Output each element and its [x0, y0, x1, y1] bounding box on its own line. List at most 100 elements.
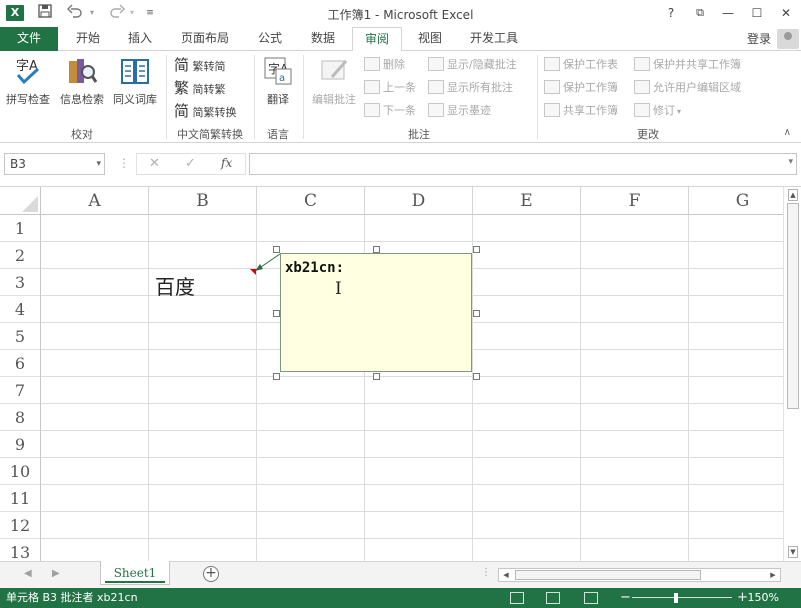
help-icon[interactable]: ? [661, 4, 681, 22]
next-sheet-icon[interactable]: ▶ [52, 568, 60, 579]
row-header-11[interactable]: 11 [0, 485, 41, 512]
page-break-view-icon[interactable] [584, 592, 598, 604]
tab-data[interactable]: 数据 [301, 27, 345, 51]
chinese-convert-button[interactable]: 简 简繁转换 [174, 101, 237, 121]
select-all-button[interactable] [0, 187, 41, 215]
share-workbook-button[interactable]: 共享工作簿 [544, 101, 618, 121]
scroll-up-icon[interactable]: ▲ [788, 189, 798, 201]
ribbon-display-options-icon[interactable]: ⧉ [690, 4, 710, 22]
to-simplified-button[interactable]: 简 繁转简 [174, 55, 226, 75]
resize-handle[interactable] [273, 246, 280, 253]
row-header-5[interactable]: 5 [0, 323, 41, 350]
resize-handle[interactable] [273, 373, 280, 380]
zoom-slider-thumb[interactable] [674, 593, 678, 603]
comment-author[interactable]: xb21cn: [285, 260, 344, 276]
resize-handle[interactable] [473, 373, 480, 380]
protect-sheet-button[interactable]: 保护工作表 [544, 55, 618, 75]
zoom-in-icon[interactable]: + [737, 588, 748, 608]
protect-workbook-button[interactable]: 保护工作簿 [544, 78, 618, 98]
row-header-3[interactable]: 3 [0, 269, 41, 296]
minimize-icon[interactable]: — [718, 4, 738, 22]
formula-bar-grip[interactable]: ⋮ [118, 156, 130, 170]
expand-formula-bar-icon[interactable]: ▾ [788, 157, 793, 167]
tab-insert[interactable]: 插入 [118, 27, 162, 51]
row-header-2[interactable]: 2 [0, 242, 41, 269]
zoom-slider[interactable] [632, 597, 732, 598]
row-header-8[interactable]: 8 [0, 404, 41, 431]
allow-edit-ranges-button[interactable]: 允许用户编辑区域 [634, 78, 741, 98]
column-header-c[interactable]: C [257, 187, 365, 215]
tab-page-layout[interactable]: 页面布局 [172, 27, 238, 51]
column-header-d[interactable]: D [365, 187, 473, 215]
show-all-comments-button[interactable]: 显示所有批注 [428, 78, 513, 98]
protect-share-workbook-button[interactable]: 保护并共享工作簿 [634, 55, 741, 75]
sheet-tab-sheet1[interactable]: Sheet1 [100, 561, 170, 585]
spelling-button[interactable]: 字A 拼写检查 [2, 55, 54, 107]
scroll-right-icon[interactable]: ▶ [767, 569, 779, 581]
resize-handle[interactable] [473, 310, 480, 317]
horizontal-scroll-thumb[interactable] [515, 570, 701, 580]
vertical-scrollbar[interactable]: ▲ ▼ [783, 187, 801, 561]
confirm-entry-icon[interactable]: ✓ [185, 156, 196, 171]
close-icon[interactable]: ✕ [776, 4, 796, 22]
insert-function-icon[interactable]: fx [221, 156, 232, 170]
row-header-12[interactable]: 12 [0, 512, 41, 539]
column-header-e[interactable]: E [473, 187, 581, 215]
maximize-icon[interactable]: ☐ [747, 4, 767, 22]
to-traditional-button[interactable]: 繁 简转繁 [174, 78, 226, 98]
worksheet-grid[interactable]: A B C D E F G 1 2 3 4 5 6 7 8 9 10 11 12… [0, 187, 783, 561]
research-button[interactable]: 信息检索 [56, 55, 108, 107]
cancel-entry-icon[interactable]: ✕ [149, 156, 160, 171]
horizontal-scrollbar[interactable]: ◀ ▶ [498, 568, 781, 582]
edit-comment-button[interactable]: 编辑批注 [306, 55, 362, 107]
resize-handle[interactable] [373, 373, 380, 380]
zoom-level[interactable]: 150% [748, 588, 779, 608]
row-header-4[interactable]: 4 [0, 296, 41, 323]
add-sheet-icon[interactable]: + [203, 566, 219, 582]
row-header-13[interactable]: 13 [0, 539, 41, 561]
tab-split-handle[interactable]: ⋮ [481, 567, 491, 578]
thesaurus-button[interactable]: 同义词库 [109, 55, 161, 107]
show-ink-button[interactable]: 显示墨迹 [428, 101, 491, 121]
row-header-6[interactable]: 6 [0, 350, 41, 377]
vertical-scroll-thumb[interactable] [787, 203, 799, 409]
cell-b3[interactable]: 百度 [155, 271, 195, 300]
previous-comment-button[interactable]: 上一条 [364, 78, 416, 98]
formula-input[interactable]: ▾ [249, 153, 797, 175]
row-header-7[interactable]: 7 [0, 377, 41, 404]
column-header-b[interactable]: B [149, 187, 257, 215]
tab-home[interactable]: 开始 [66, 27, 110, 51]
allow-edit-ranges-icon [634, 80, 650, 94]
next-comment-button[interactable]: 下一条 [364, 101, 416, 121]
name-box[interactable]: B3 ▾ [4, 153, 105, 175]
zoom-out-icon[interactable]: − [620, 588, 631, 608]
comment-box[interactable]: xb21cn: [280, 253, 472, 372]
column-header-g[interactable]: G [689, 187, 783, 215]
tab-developer[interactable]: 开发工具 [460, 27, 528, 51]
resize-handle[interactable] [473, 246, 480, 253]
show-hide-comment-button[interactable]: 显示/隐藏批注 [428, 55, 517, 75]
column-header-f[interactable]: F [581, 187, 689, 215]
row-header-10[interactable]: 10 [0, 458, 41, 485]
scroll-down-icon[interactable]: ▼ [788, 546, 798, 558]
delete-comment-button[interactable]: 删除 [364, 55, 405, 75]
scroll-left-icon[interactable]: ◀ [500, 569, 512, 581]
row-header-1[interactable]: 1 [0, 215, 41, 242]
row-header-9[interactable]: 9 [0, 431, 41, 458]
login-link[interactable]: 登录 [747, 30, 771, 47]
column-header-a[interactable]: A [41, 187, 149, 215]
tab-view[interactable]: 视图 [408, 27, 452, 51]
collapse-ribbon-icon[interactable]: ∧ [784, 127, 791, 138]
resize-handle[interactable] [273, 310, 280, 317]
name-box-value: B3 [10, 157, 26, 171]
tab-formulas[interactable]: 公式 [248, 27, 292, 51]
translate-button[interactable]: 字Aa 翻译 [258, 55, 298, 107]
resize-handle[interactable] [373, 246, 380, 253]
page-layout-view-icon[interactable] [546, 592, 560, 604]
avatar[interactable] [777, 29, 799, 49]
tab-file[interactable]: 文件 [0, 27, 58, 51]
tab-review[interactable]: 审阅 [352, 27, 402, 52]
track-changes-button[interactable]: 修订 ▾ [634, 101, 681, 121]
previous-sheet-icon[interactable]: ◀ [24, 568, 32, 579]
normal-view-icon[interactable] [510, 592, 524, 604]
